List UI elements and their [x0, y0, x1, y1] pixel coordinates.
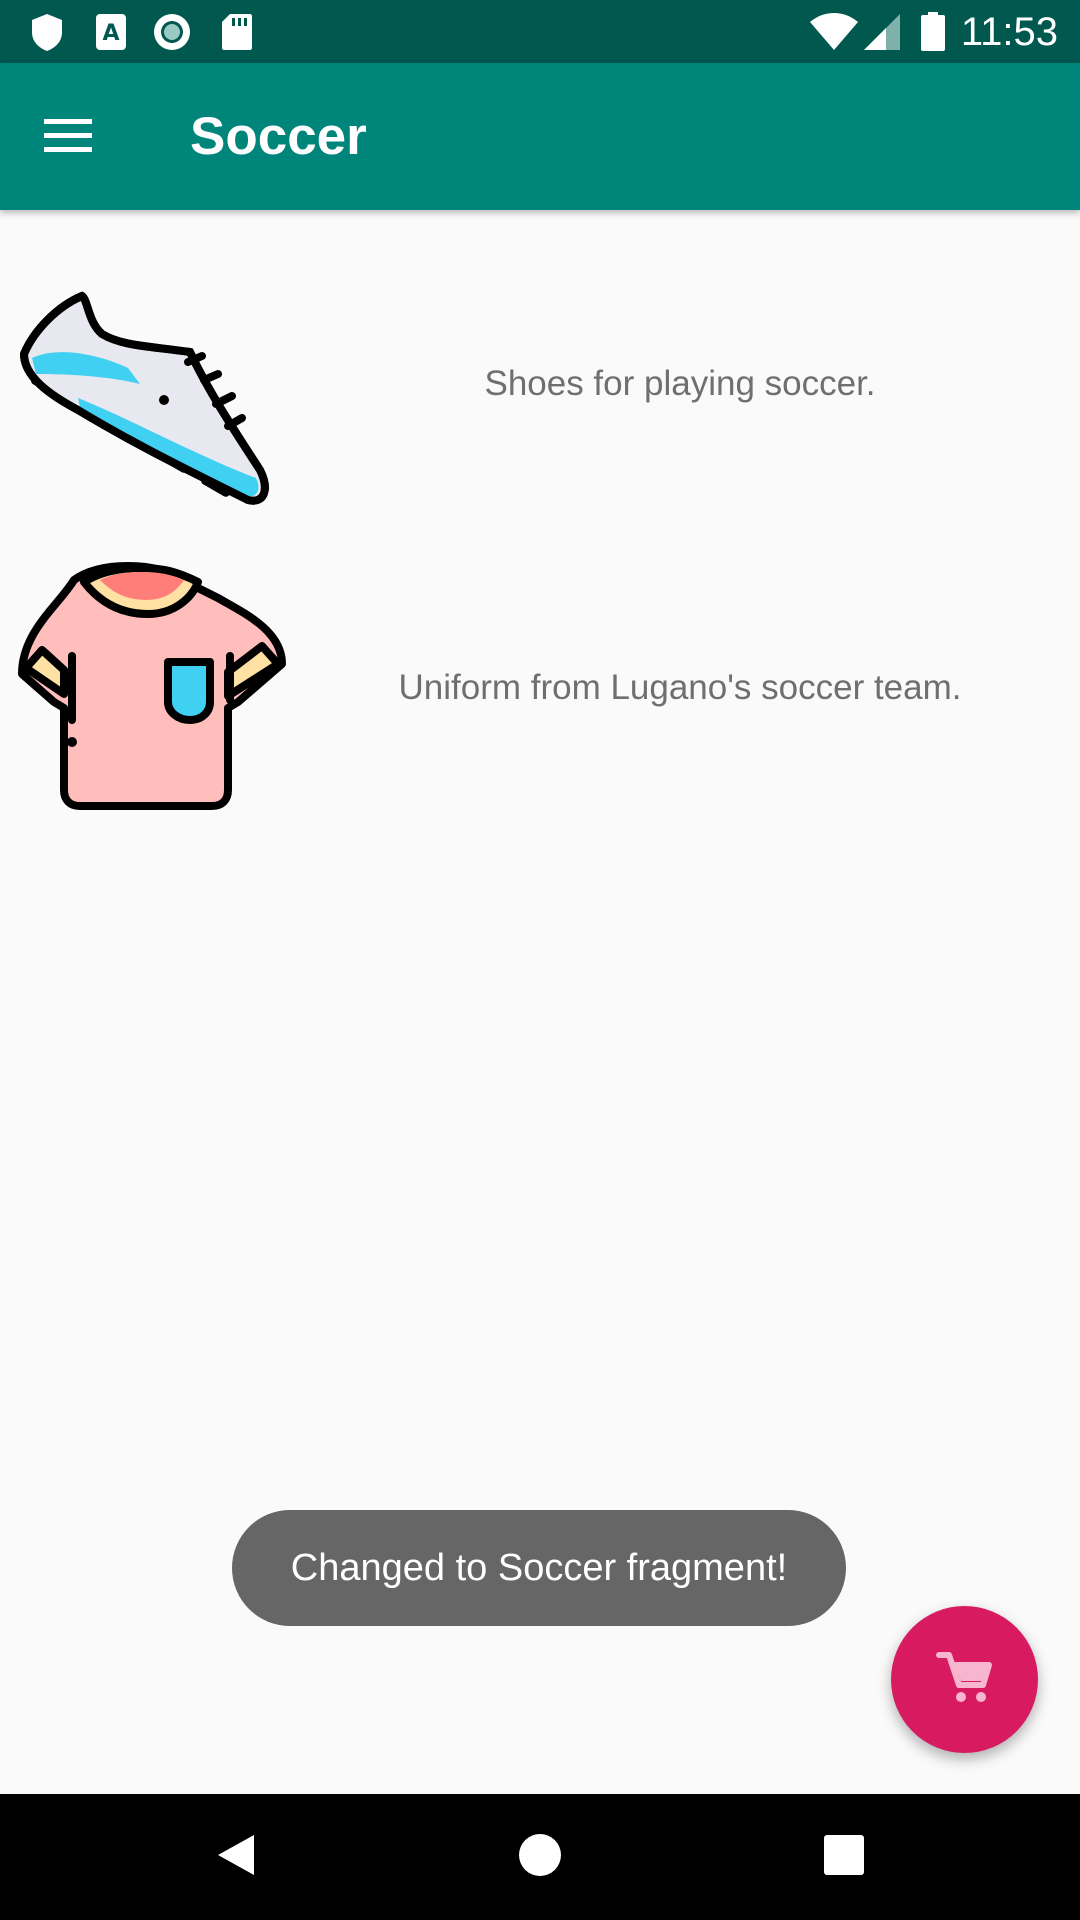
- recents-icon: [822, 1833, 866, 1882]
- list-item[interactable]: Shoes for playing soccer.: [0, 230, 1080, 520]
- toast-message: Changed to Soccer fragment!: [232, 1510, 846, 1626]
- shopping-cart-icon: [935, 1647, 995, 1712]
- page-title: Soccer: [190, 107, 367, 166]
- status-time: 11:53: [960, 10, 1058, 54]
- app-bar: Soccer: [0, 63, 1080, 210]
- wifi-icon: [808, 12, 860, 57]
- system-nav-bar: [0, 1794, 1080, 1920]
- list-item[interactable]: Uniform from Lugano's soccer team.: [0, 550, 1080, 840]
- back-icon: [214, 1831, 258, 1884]
- menu-button[interactable]: [40, 109, 96, 165]
- a-notification-icon: A: [94, 12, 128, 57]
- home-button[interactable]: [510, 1827, 570, 1887]
- hamburger-menu-icon: [42, 115, 94, 160]
- product-description: Shoes for playing soccer.: [484, 364, 876, 403]
- signal-icon: [862, 12, 902, 57]
- svg-text:A: A: [102, 21, 119, 46]
- sd-card-icon: [220, 12, 254, 57]
- soccer-shirt-icon: [18, 560, 288, 835]
- product-description: Uniform from Lugano's soccer team.: [398, 668, 962, 707]
- back-button[interactable]: [206, 1827, 266, 1887]
- recents-button[interactable]: [814, 1827, 874, 1887]
- soccer-shoe-icon: [18, 250, 288, 525]
- cart-fab-button[interactable]: [891, 1606, 1038, 1753]
- status-bar: A 11:53: [0, 0, 1080, 63]
- circle-notification-icon: [152, 12, 192, 57]
- home-icon: [516, 1831, 564, 1884]
- shield-icon: [30, 12, 64, 57]
- battery-icon: [920, 12, 946, 57]
